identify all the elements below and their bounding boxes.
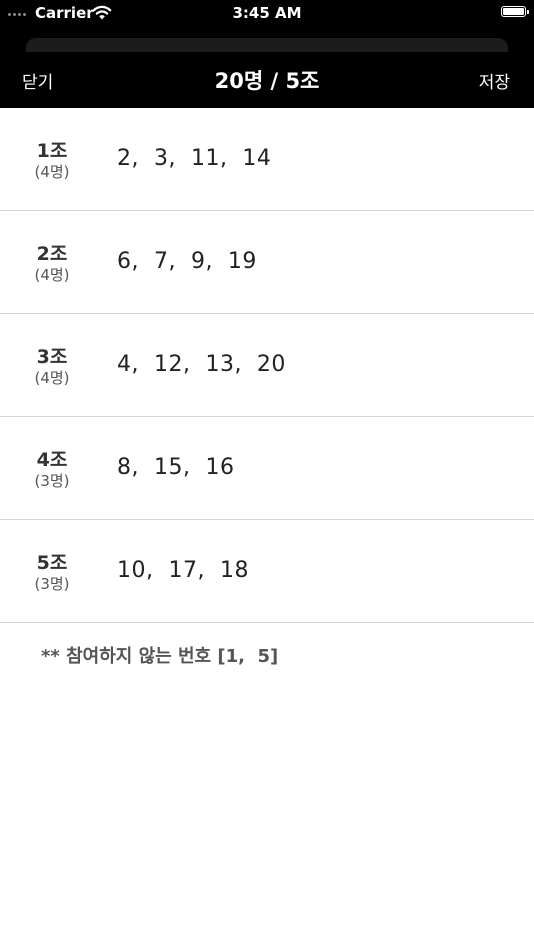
- group-header: 2조 (4명): [0, 211, 104, 314]
- group-member-count: (4명): [34, 163, 70, 181]
- page-title: 20명 / 5조: [214, 69, 320, 93]
- excluded-numbers-note: ** 참여하지 않는 번호 [1, 5]: [41, 646, 279, 667]
- group-list: 1조 (4명) 2, 3, 11, 14 2조 (4명) 6, 7, 9, 19…: [0, 108, 534, 623]
- group-header: 1조 (4명): [0, 108, 104, 211]
- group-row-2[interactable]: 2조 (4명) 6, 7, 9, 19: [0, 211, 534, 314]
- group-members: 6, 7, 9, 19: [117, 249, 257, 274]
- group-header: 5조 (3명): [0, 520, 104, 623]
- group-name: 4조: [36, 449, 68, 471]
- group-name: 5조: [36, 552, 68, 574]
- group-row-1[interactable]: 1조 (4명) 2, 3, 11, 14: [0, 108, 534, 211]
- group-name: 2조: [36, 243, 68, 265]
- battery-icon: [501, 6, 529, 17]
- group-members: 8, 15, 16: [117, 455, 235, 480]
- group-header: 3조 (4명): [0, 314, 104, 417]
- status-bar: Carrier 3:45 AM: [0, 0, 534, 28]
- navigation-bar: 닫기 20명 / 5조 저장: [0, 52, 534, 108]
- group-member-count: (3명): [34, 575, 70, 593]
- group-member-count: (3명): [34, 472, 70, 490]
- group-name: 1조: [36, 140, 68, 162]
- top-bar: Carrier 3:45 AM 닫기 20명 / 5조 저장: [0, 0, 534, 108]
- save-button[interactable]: 저장: [479, 68, 510, 93]
- group-name: 3조: [36, 346, 68, 368]
- group-member-count: (4명): [34, 369, 70, 387]
- group-row-5[interactable]: 5조 (3명) 10, 17, 18: [0, 520, 534, 623]
- group-members: 2, 3, 11, 14: [117, 146, 272, 171]
- group-row-4[interactable]: 4조 (3명) 8, 15, 16: [0, 417, 534, 520]
- status-time: 3:45 AM: [232, 4, 302, 22]
- group-member-count: (4명): [34, 266, 70, 284]
- group-row-3[interactable]: 3조 (4명) 4, 12, 13, 20: [0, 314, 534, 417]
- group-header: 4조 (3명): [0, 417, 104, 520]
- group-members: 4, 12, 13, 20: [117, 352, 286, 377]
- group-members: 10, 17, 18: [117, 558, 249, 583]
